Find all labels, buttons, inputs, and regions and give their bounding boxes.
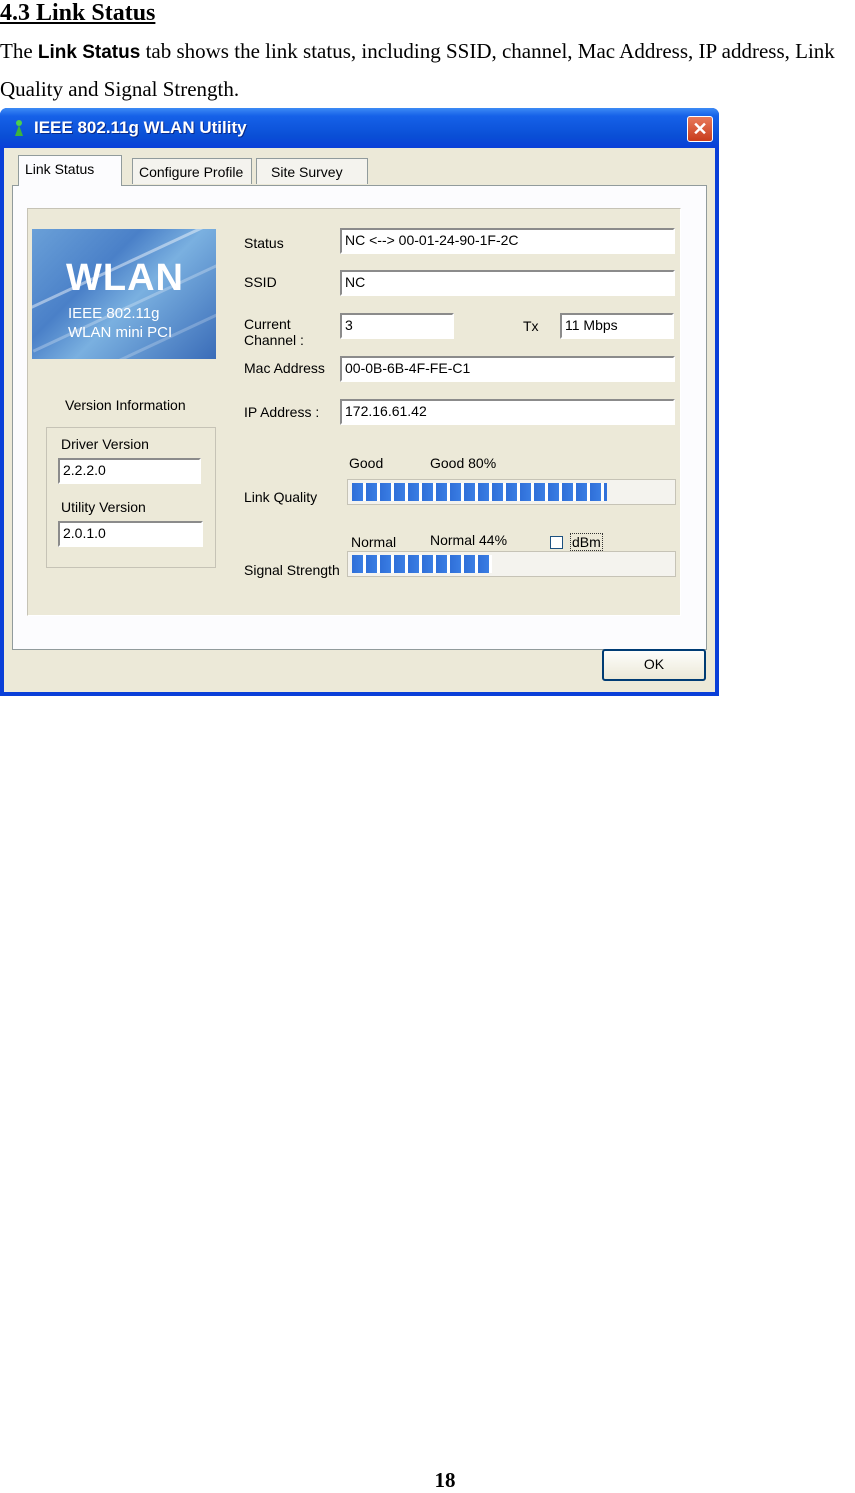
utility-version-field: 2.0.1.0 [58, 521, 203, 547]
section-heading: 4.3 Link Status [0, 0, 156, 26]
status-field: NC <--> 00-01-24-90-1F-2C [340, 228, 675, 254]
version-info-label: Version Information [65, 397, 186, 413]
tab-link-status[interactable]: Link Status [18, 155, 122, 186]
mac-address-field: 00-0B-6B-4F-FE-C1 [340, 356, 675, 382]
ip-address-field: 172.16.61.42 [340, 399, 675, 425]
ssid-field: NC [340, 270, 675, 296]
wlan-utility-window: IEEE 802.11g WLAN Utility ✕ Link Status … [0, 108, 719, 696]
tab-configure-profile[interactable]: Configure Profile [132, 158, 252, 184]
close-icon: ✕ [692, 119, 708, 139]
signal-strength-label: Signal Strength [244, 562, 340, 578]
para-prefix: The [0, 39, 38, 63]
dbm-label[interactable]: dBm [570, 533, 603, 551]
para-bold-term: Link Status [37, 42, 141, 63]
driver-version-label: Driver Version [61, 436, 149, 452]
link-quality-fill [352, 483, 608, 501]
status-label: Status [244, 235, 284, 251]
close-button[interactable]: ✕ [687, 116, 713, 142]
intro-paragraph: The Link Status tab shows the link statu… [0, 33, 855, 107]
signal-strength-state: Normal [351, 534, 397, 550]
channel-label-line-2: Channel : [244, 332, 304, 348]
title-bar[interactable]: IEEE 802.11g WLAN Utility ✕ [0, 108, 719, 148]
tx-label: Tx [523, 318, 539, 334]
signal-strength-bar [347, 551, 676, 577]
logo-line-2: IEEE 802.11g [68, 305, 160, 322]
link-quality-detail: Good 80% [430, 455, 497, 471]
wlan-logo: WLAN IEEE 802.11g WLAN mini PCI [32, 229, 216, 359]
signal-strength-detail: Normal 44% [430, 532, 508, 548]
channel-label-line-1: Current [244, 316, 291, 332]
mac-address-label: Mac Address [244, 360, 325, 376]
tab-site-survey[interactable]: Site Survey [256, 158, 368, 184]
channel-field: 3 [340, 313, 454, 339]
link-quality-bar [347, 479, 676, 505]
dialog-client: Link Status Configure Profile Site Surve… [4, 148, 715, 692]
page-number: 18 [434, 1468, 456, 1492]
link-quality-state: Good [349, 455, 384, 471]
signal-strength-fill [352, 555, 493, 573]
ssid-label: SSID [244, 274, 277, 290]
logo-wlan-text: WLAN [66, 257, 184, 299]
dbm-checkbox[interactable] [550, 536, 563, 549]
link-quality-label: Link Quality [244, 489, 318, 505]
window-title: IEEE 802.11g WLAN Utility [34, 118, 247, 137]
logo-line-3: WLAN mini PCI [68, 324, 173, 341]
tx-rate-field: 11 Mbps [560, 313, 674, 339]
ip-address-label: IP Address : [244, 404, 320, 420]
wlan-antenna-icon [15, 120, 23, 136]
driver-version-field: 2.2.2.0 [58, 458, 201, 484]
utility-version-label: Utility Version [61, 499, 146, 515]
ok-button[interactable]: OK [602, 649, 706, 681]
